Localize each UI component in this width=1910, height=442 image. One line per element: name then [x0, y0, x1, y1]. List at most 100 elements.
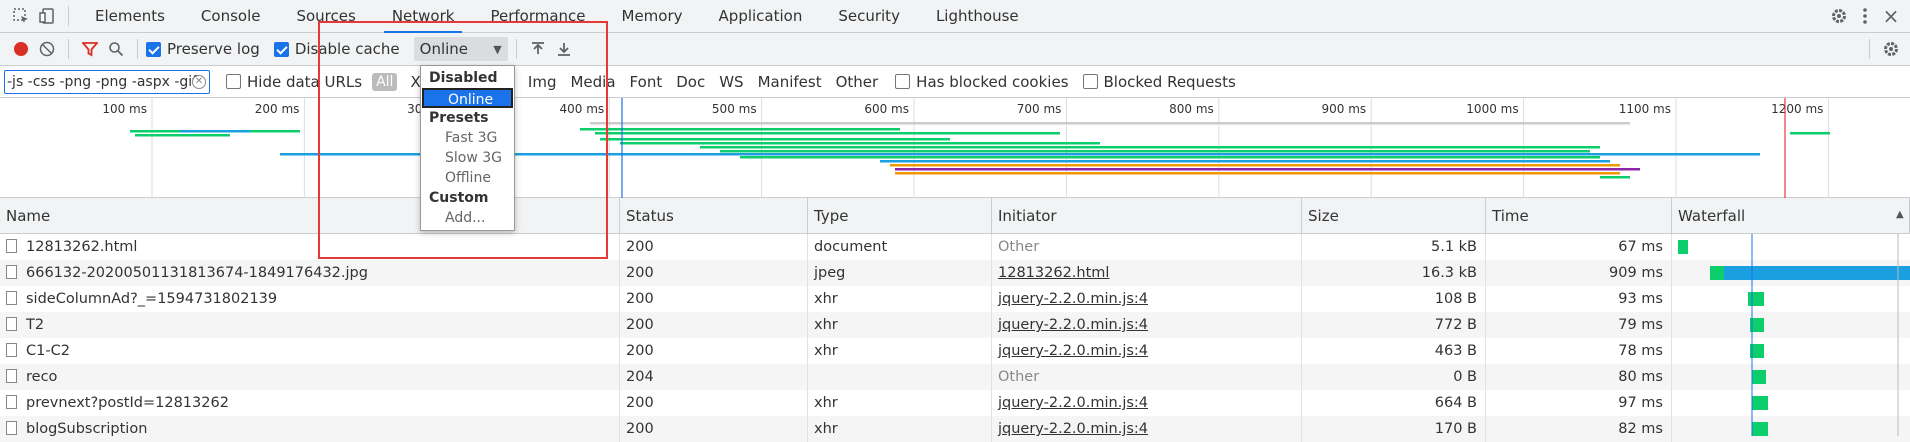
cell-name[interactable]: sideColumnAd?_=1594731802139 [0, 286, 620, 312]
cell-initiator[interactable]: jquery-2.2.0.min.js:4 [992, 338, 1302, 364]
request-name: prevnext?postId=12813262 [26, 395, 229, 411]
waterfall-canvas [1678, 234, 1910, 436]
blocked-requests-label: Blocked Requests [1103, 72, 1236, 91]
cell-type: jpeg [808, 260, 992, 286]
tab-memory[interactable]: Memory [604, 0, 701, 33]
has-blocked-cookies-checkbox[interactable]: Has blocked cookies [895, 72, 1069, 91]
divider [68, 39, 69, 59]
column-header-time[interactable]: Time [1486, 198, 1672, 234]
cell-status: 200 [620, 234, 808, 260]
cell-size: 108 B [1302, 286, 1486, 312]
cell-type: xhr [808, 416, 992, 442]
cell-time: 79 ms [1486, 312, 1672, 338]
overview-tick-label: 1000 ms [1466, 102, 1518, 116]
filter-type-ws[interactable]: WS [712, 73, 750, 91]
checkbox-unchecked-icon [895, 74, 911, 89]
file-icon [6, 291, 17, 305]
request-name: sideColumnAd?_=1594731802139 [26, 291, 278, 307]
waterfall-bar [1752, 422, 1768, 436]
device-toolbar-icon[interactable] [34, 3, 60, 29]
cell-time: 82 ms [1486, 416, 1672, 442]
waterfall-bar [1678, 240, 1688, 254]
cell-initiator[interactable]: jquery-2.2.0.min.js:4 [992, 390, 1302, 416]
sort-ascending-icon[interactable]: ▲ [1896, 209, 1904, 220]
close-devtools-icon[interactable]: × [1878, 3, 1904, 29]
has-blocked-cookies-label: Has blocked cookies [916, 72, 1069, 91]
network-settings-gear-icon[interactable] [1878, 36, 1904, 62]
cell-name[interactable]: C1-C2 [0, 338, 620, 364]
cell-status: 200 [620, 390, 808, 416]
filter-input-value: -js -css -png -png -aspx -gif [7, 73, 198, 90]
column-header-size[interactable]: Size [1302, 198, 1486, 234]
cell-initiator[interactable]: jquery-2.2.0.min.js:4 [992, 416, 1302, 442]
file-icon [6, 395, 17, 409]
cell-time: 97 ms [1486, 390, 1672, 416]
cell-initiator: Other [992, 364, 1302, 390]
overview-request-bar [880, 160, 1610, 163]
overview-request-bar [620, 142, 1100, 145]
column-header-initiator[interactable]: Initiator [992, 198, 1302, 234]
cell-time: 67 ms [1486, 234, 1672, 260]
cell-name[interactable]: T2 [0, 312, 620, 338]
filter-type-other[interactable]: Other [829, 73, 886, 91]
file-icon [6, 421, 17, 435]
overview-request-bar [1790, 132, 1830, 135]
tab-security[interactable]: Security [820, 0, 918, 33]
cell-initiator[interactable]: jquery-2.2.0.min.js:4 [992, 312, 1302, 338]
search-icon[interactable] [103, 36, 129, 62]
cell-name[interactable]: blogSubscription [0, 416, 620, 442]
request-name: C1-C2 [26, 343, 70, 359]
cell-name[interactable]: 666132-20200501131813674-1849176432.jpg [0, 260, 620, 286]
tab-application[interactable]: Application [701, 0, 821, 33]
overview-tick-label: 1200 ms [1771, 102, 1823, 116]
inspect-element-icon[interactable] [8, 3, 34, 29]
divider [137, 39, 138, 59]
network-overview-timeline[interactable]: 100 ms200 ms300 ms400 ms500 ms600 ms700 … [0, 98, 1910, 198]
overview-tick-label: 900 ms [1322, 102, 1367, 116]
overview-request-bar [740, 156, 1600, 159]
cell-time: 78 ms [1486, 338, 1672, 364]
tab-elements[interactable]: Elements [77, 0, 183, 33]
column-header-status[interactable]: Status [620, 198, 808, 234]
settings-gear-icon[interactable] [1826, 3, 1852, 29]
clear-filter-icon[interactable]: ✕ [192, 74, 206, 89]
divider [68, 6, 69, 26]
cell-name[interactable]: prevnext?postId=12813262 [0, 390, 620, 416]
clear-icon[interactable] [34, 36, 60, 62]
checkbox-checked-icon [273, 41, 289, 57]
checkbox-checked-icon [146, 41, 161, 57]
filter-funnel-icon[interactable] [77, 36, 103, 62]
overview-tick-label: 700 ms [1017, 102, 1062, 116]
cell-type: xhr [808, 338, 992, 364]
filter-type-doc[interactable]: Doc [669, 73, 712, 91]
cell-status: 200 [620, 260, 808, 286]
overview-tick-label: 100 ms [102, 102, 147, 116]
column-header-waterfall[interactable]: Waterfall [1672, 198, 1910, 234]
preserve-log-checkbox[interactable]: Preserve log [146, 40, 260, 58]
filter-type-manifest[interactable]: Manifest [751, 73, 829, 91]
filter-bar: -js -css -png -png -aspx -gif ✕ Hide dat… [0, 66, 1910, 98]
column-header-type[interactable]: Type [808, 198, 992, 234]
blocked-requests-checkbox[interactable]: Blocked Requests [1082, 72, 1236, 91]
overview-request-bar [135, 134, 230, 137]
tab-lighthouse[interactable]: Lighthouse [918, 0, 1037, 33]
more-options-icon[interactable] [1852, 3, 1878, 29]
record-icon[interactable] [8, 36, 34, 62]
cell-initiator[interactable]: jquery-2.2.0.min.js:4 [992, 286, 1302, 312]
waterfall-bar [1752, 396, 1768, 410]
filter-type-font[interactable]: Font [623, 73, 670, 91]
tab-console[interactable]: Console [183, 0, 279, 33]
overview-request-bar [180, 130, 250, 133]
overview-tick-label: 200 ms [255, 102, 300, 116]
checkbox-unchecked-icon [226, 74, 241, 89]
request-name: reco [26, 369, 58, 385]
cell-name[interactable]: reco [0, 364, 620, 390]
cell-type [808, 364, 992, 390]
preserve-log-label: Preserve log [167, 40, 260, 58]
filter-input[interactable]: -js -css -png -png -aspx -gif ✕ [4, 69, 210, 94]
cell-initiator[interactable]: 12813262.html [992, 260, 1302, 286]
request-name: 666132-20200501131813674-1849176432.jpg [26, 265, 368, 281]
overview-tick-label: 1100 ms [1619, 102, 1671, 116]
file-icon [6, 239, 17, 253]
divider [1869, 39, 1870, 59]
